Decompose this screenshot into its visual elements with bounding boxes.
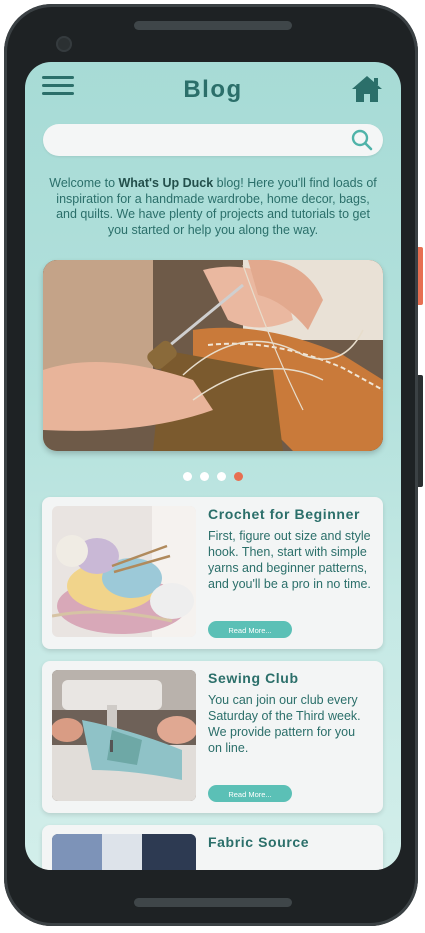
hero-image-leather-stitching[interactable]: [43, 260, 383, 451]
card-title[interactable]: Sewing Club: [208, 670, 299, 686]
carousel-dot-4[interactable]: [234, 472, 243, 481]
crochet-thumbnail: [52, 506, 196, 637]
top-bar: Blog: [25, 62, 401, 122]
hero-illustration: [43, 260, 383, 451]
sewing-thumbnail: [52, 670, 196, 801]
carousel-dots: [25, 468, 401, 486]
front-camera: [56, 36, 72, 52]
read-more-button[interactable]: Read More...: [208, 621, 292, 638]
blog-card-fabric[interactable]: Fabric Source: [42, 825, 383, 870]
intro-prefix: Welcome to: [49, 176, 119, 190]
volume-button: [418, 375, 423, 487]
home-icon[interactable]: [351, 74, 383, 104]
read-more-button[interactable]: Read More...: [208, 785, 292, 802]
blog-card-sewing[interactable]: Sewing Club You can join our club every …: [42, 661, 383, 813]
page-title: Blog: [183, 76, 243, 103]
power-button: [418, 247, 423, 305]
card-description: You can join our club every Saturday of …: [208, 693, 361, 755]
carousel-dot-3[interactable]: [217, 472, 226, 481]
carousel-dot-2[interactable]: [200, 472, 209, 481]
card-description: First, figure out size and style hook. T…: [208, 529, 371, 591]
intro-text: Welcome to What's Up Duck blog! Here you…: [45, 176, 381, 238]
app-screen: Blog Welcome to What's Up Duck blog! Her…: [25, 62, 401, 870]
carousel-dot-1[interactable]: [183, 472, 192, 481]
search-input[interactable]: [57, 130, 341, 152]
search-icon[interactable]: [351, 129, 373, 151]
card-title[interactable]: Crochet for Beginner: [208, 506, 360, 522]
blog-card-crochet[interactable]: Crochet for Beginner First, figure out s…: [42, 497, 383, 649]
brand-name: What's Up Duck: [118, 176, 214, 190]
bottom-speaker: [134, 898, 292, 907]
fabric-thumbnail: [52, 834, 196, 870]
search-bar: [43, 124, 383, 156]
earpiece-speaker: [134, 21, 292, 30]
card-title[interactable]: Fabric Source: [208, 834, 309, 850]
